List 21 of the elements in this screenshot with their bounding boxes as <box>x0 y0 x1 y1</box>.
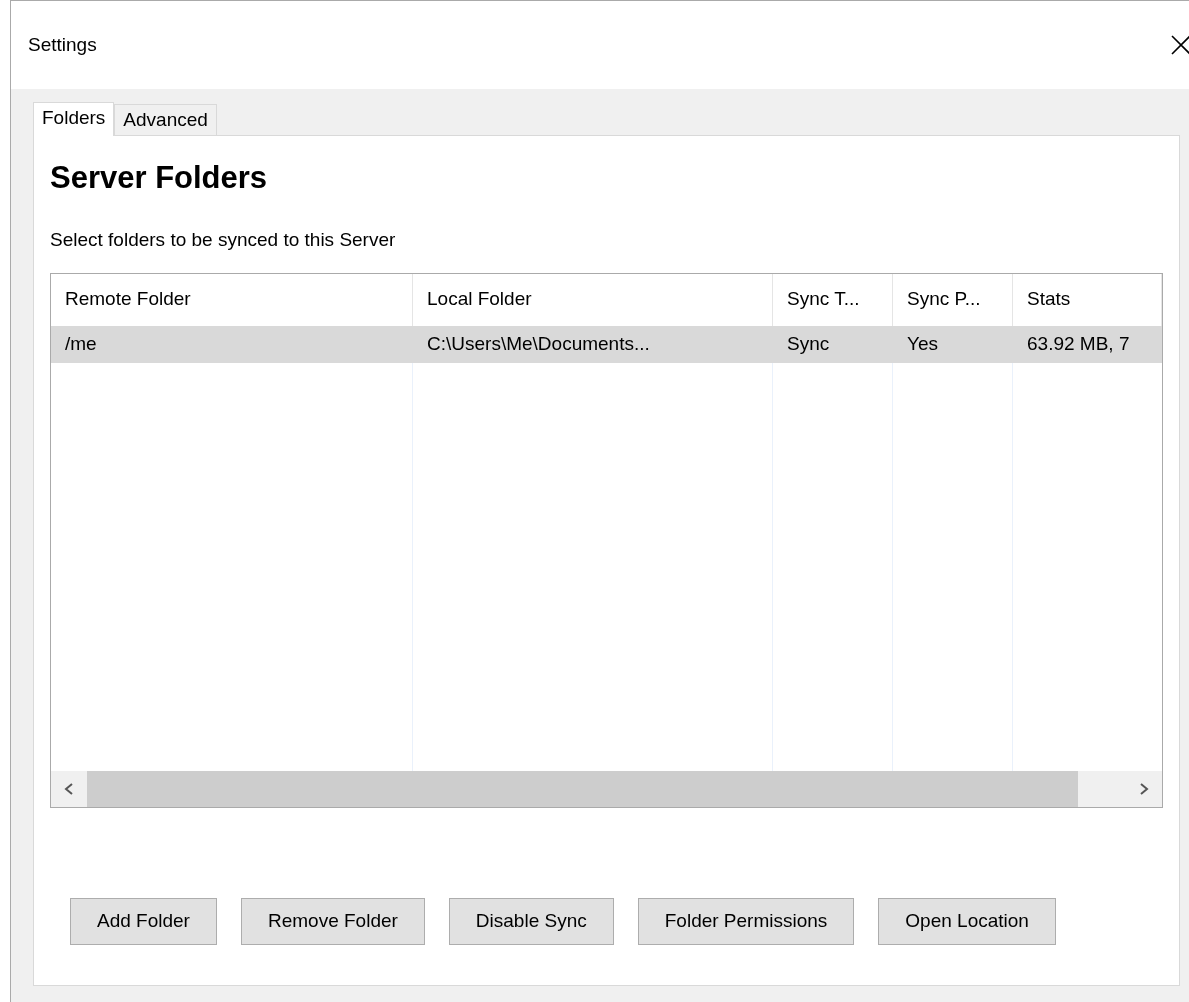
table-cell: 63.92 MB, 7 <box>1013 325 1162 363</box>
table-cell: Yes <box>893 325 1013 363</box>
dialog-button[interactable]: Open Location <box>878 898 1056 945</box>
window-title: Settings <box>28 32 97 57</box>
column-header[interactable]: Sync T... <box>773 273 893 326</box>
column-header[interactable]: Stats <box>1013 273 1162 326</box>
column-header[interactable]: Remote Folder <box>51 273 413 326</box>
tab[interactable]: Folders <box>33 102 115 136</box>
panel-heading: Server Folders <box>50 159 269 197</box>
table-cell: /me <box>51 325 413 363</box>
table-cell: C:\Users\Me\Documents... <box>413 325 773 363</box>
dialog-button[interactable]: Add Folder <box>70 898 217 945</box>
dialog-button[interactable]: Disable Sync <box>448 898 614 945</box>
dialog-button[interactable]: Remove Folder <box>240 898 425 945</box>
table-cell: Sync <box>773 325 893 363</box>
dialog-button[interactable]: Folder Permissions <box>637 898 855 945</box>
column-header[interactable]: Local Folder <box>413 273 773 326</box>
panel-subtitle: Select folders to be synced to this Server <box>50 229 396 250</box>
column-header[interactable]: Sync P... <box>893 273 1013 326</box>
tab[interactable]: Advanced <box>114 104 217 135</box>
close-icon[interactable] <box>1171 35 1189 55</box>
